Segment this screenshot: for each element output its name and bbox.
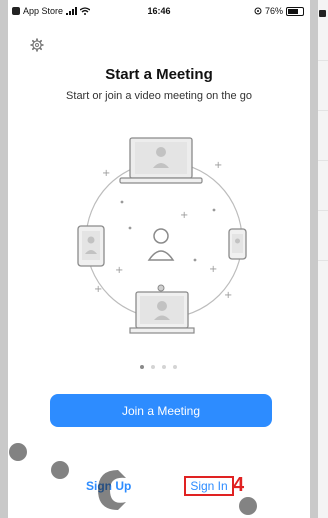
person-icon [147,228,175,261]
page-dot[interactable] [140,365,144,369]
location-icon [254,7,262,15]
page-indicator[interactable] [140,365,177,369]
svg-text:+: + [115,265,123,276]
sign-up-link[interactable]: Sign Up [86,479,131,493]
divider [318,210,328,211]
svg-text:+: + [214,160,222,171]
svg-text:+: + [224,290,232,301]
adjacent-status-icon [319,10,326,17]
divider [318,160,328,161]
phone-icon [228,228,247,260]
step-number-annotation: 4 [233,474,245,496]
page-dot[interactable] [173,365,177,369]
sign-in-highlight: Sign In [184,476,234,496]
svg-text:+: + [94,284,102,295]
svg-text:+: + [209,264,217,275]
page-dot[interactable] [151,365,155,369]
svg-text:+: + [102,168,110,179]
laptop-icon [119,137,203,184]
join-meeting-button[interactable]: Join a Meeting [50,394,272,427]
gear-icon[interactable] [30,38,44,52]
divider [318,110,328,111]
status-bar: App Store 16:46 76% [8,0,310,22]
page-dot[interactable] [162,365,166,369]
room-display-icon [129,284,195,334]
tablet-icon [77,225,105,267]
divider [318,60,328,61]
battery-percent: 76% [264,6,283,16]
page-title: Start a Meeting [105,66,213,83]
sign-in-link[interactable]: Sign In [190,479,227,493]
svg-text:+: + [180,210,188,221]
status-right: 76% [254,6,304,16]
battery-icon [286,6,304,16]
page-subtitle: Start or join a video meeting on the go [66,90,252,102]
adjacent-screen-edge [318,0,328,518]
meeting-illustration: + + + + + + + [77,137,247,334]
divider [318,260,328,261]
phone-screen: App Store 16:46 76% Start a Meeting Star… [8,0,310,518]
